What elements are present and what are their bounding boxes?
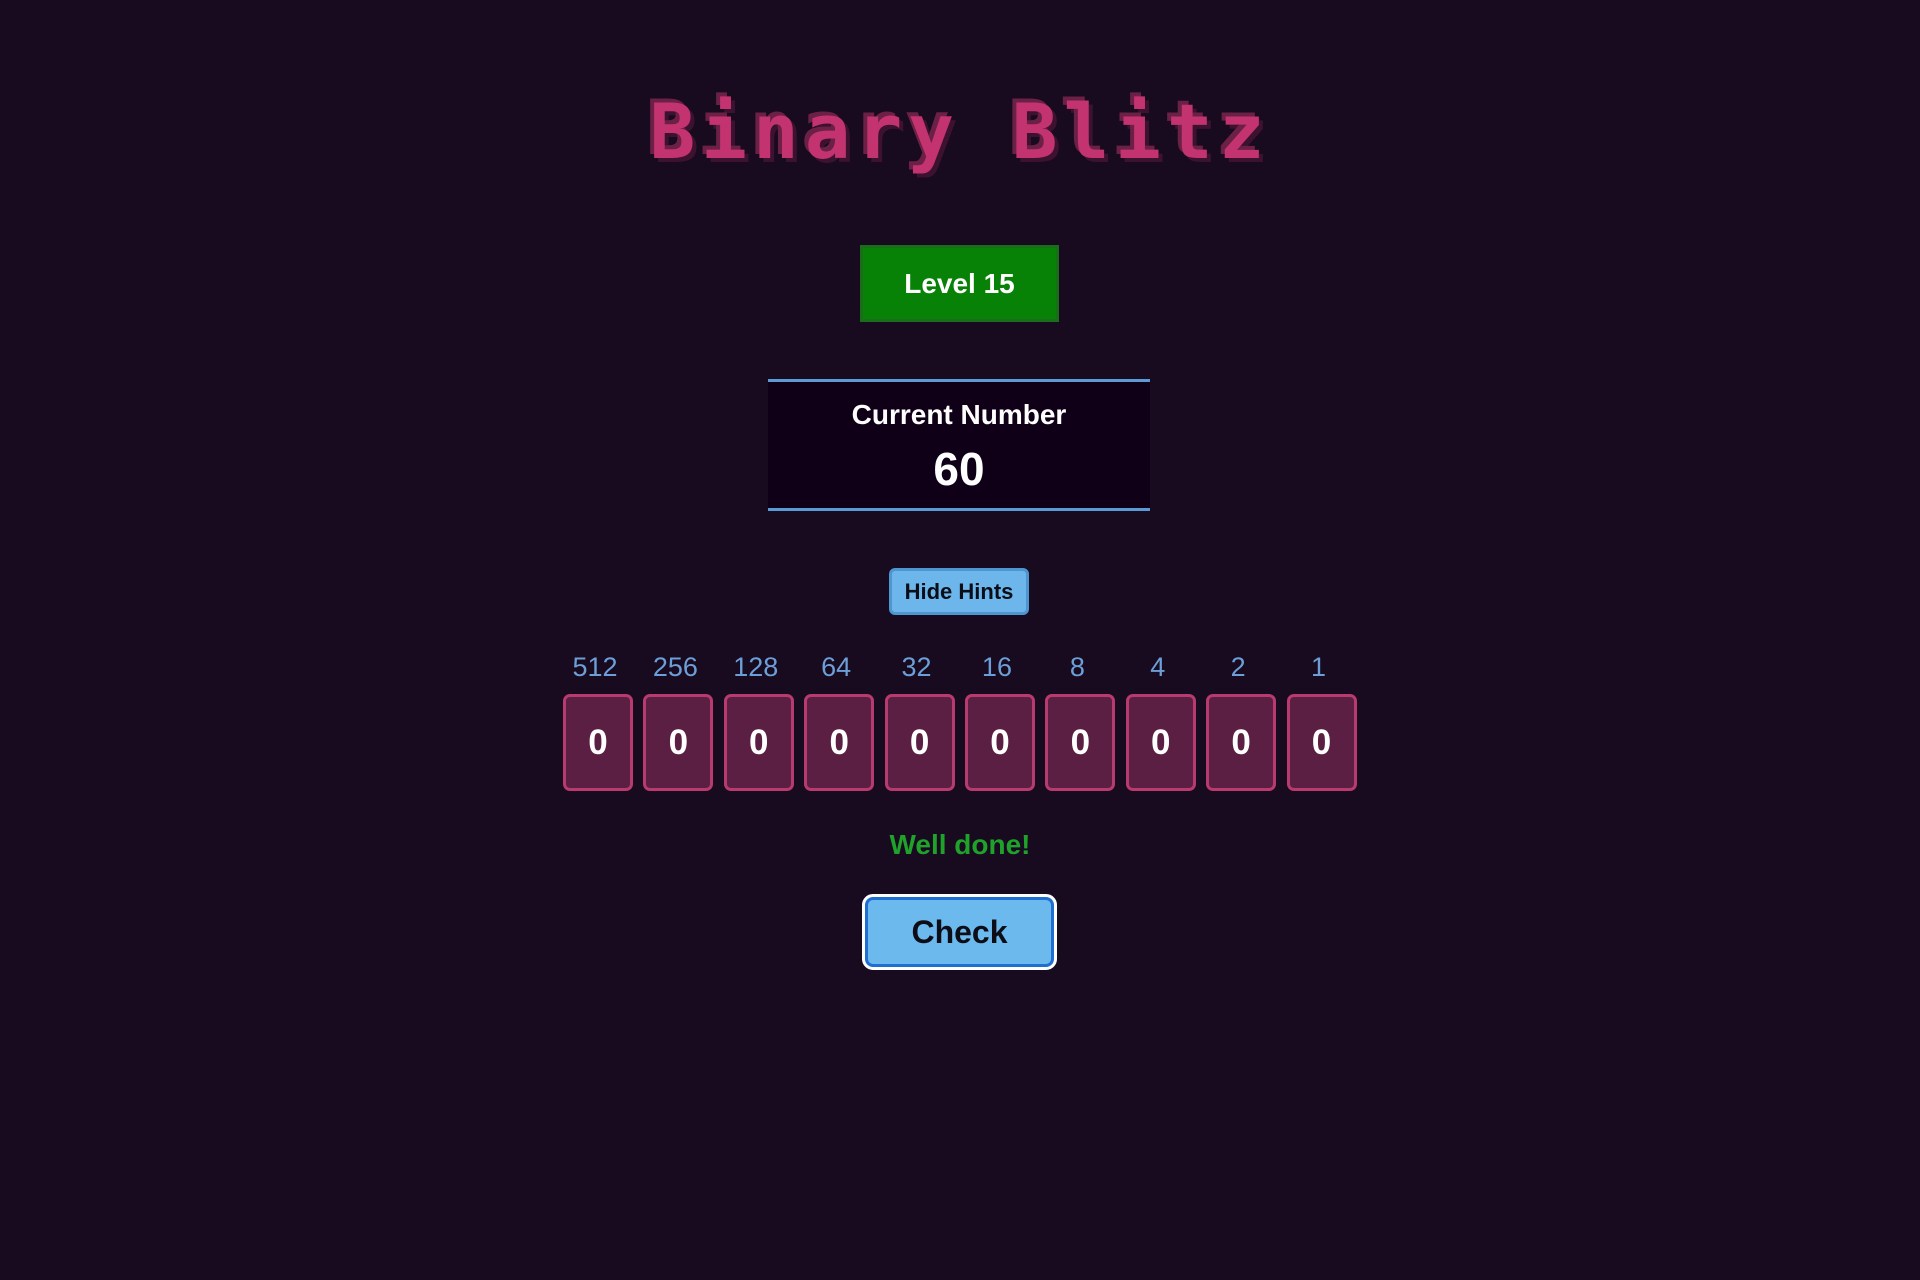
- bit-column-2: 2 0: [1206, 650, 1277, 791]
- bit-hint: 64: [821, 652, 852, 682]
- bit-column-1: 1 0: [1286, 650, 1357, 791]
- bit-toggle[interactable]: 0: [804, 694, 875, 791]
- bit-toggle[interactable]: 0: [643, 694, 714, 791]
- bit-toggle[interactable]: 0: [964, 694, 1035, 791]
- bit-column-256: 256 0: [643, 650, 714, 791]
- level-badge: Level 15: [860, 245, 1059, 322]
- current-number-panel: Current Number 60: [768, 379, 1150, 511]
- bit-row: 512 0 256 0 128 0 64 0 32 0 16 0 8 0 4 0: [563, 650, 1357, 791]
- bit-hint: 32: [901, 652, 932, 682]
- bit-toggle[interactable]: 0: [1206, 694, 1277, 791]
- current-number-label: Current Number: [851, 399, 1067, 430]
- bit-hint: 128: [733, 652, 779, 682]
- feedback-message: Well done!: [889, 829, 1031, 860]
- bit-hint: 8: [1069, 652, 1085, 682]
- bit-toggle[interactable]: 0: [884, 694, 955, 791]
- bit-hint: 512: [572, 652, 618, 682]
- game-screen: Binary Blitz Level 15 Current Number 60 …: [0, 0, 1920, 1280]
- bit-hint: 2: [1230, 652, 1246, 682]
- bit-hint: 4: [1150, 652, 1166, 682]
- bit-toggle[interactable]: 0: [723, 694, 794, 791]
- game-title: Binary Blitz: [649, 87, 1271, 176]
- bit-toggle[interactable]: 0: [1286, 694, 1357, 791]
- bit-toggle[interactable]: 0: [563, 694, 633, 791]
- bit-column-4: 4 0: [1125, 650, 1196, 791]
- bit-hint: 256: [652, 652, 698, 682]
- bit-column-16: 16 0: [964, 650, 1035, 791]
- bit-column-32: 32 0: [884, 650, 955, 791]
- hide-hints-button[interactable]: Hide Hints: [889, 568, 1029, 615]
- bit-hint: 1: [1311, 652, 1327, 682]
- bit-toggle[interactable]: 0: [1125, 694, 1196, 791]
- current-number-value: 60: [933, 443, 985, 495]
- bit-column-64: 64 0: [804, 650, 875, 791]
- bit-column-512: 512 0: [563, 650, 633, 791]
- bit-column-128: 128 0: [723, 650, 794, 791]
- bit-toggle[interactable]: 0: [1045, 694, 1116, 791]
- check-button[interactable]: Check: [862, 894, 1057, 970]
- bit-hint: 16: [981, 652, 1012, 682]
- bit-column-8: 8 0: [1045, 650, 1116, 791]
